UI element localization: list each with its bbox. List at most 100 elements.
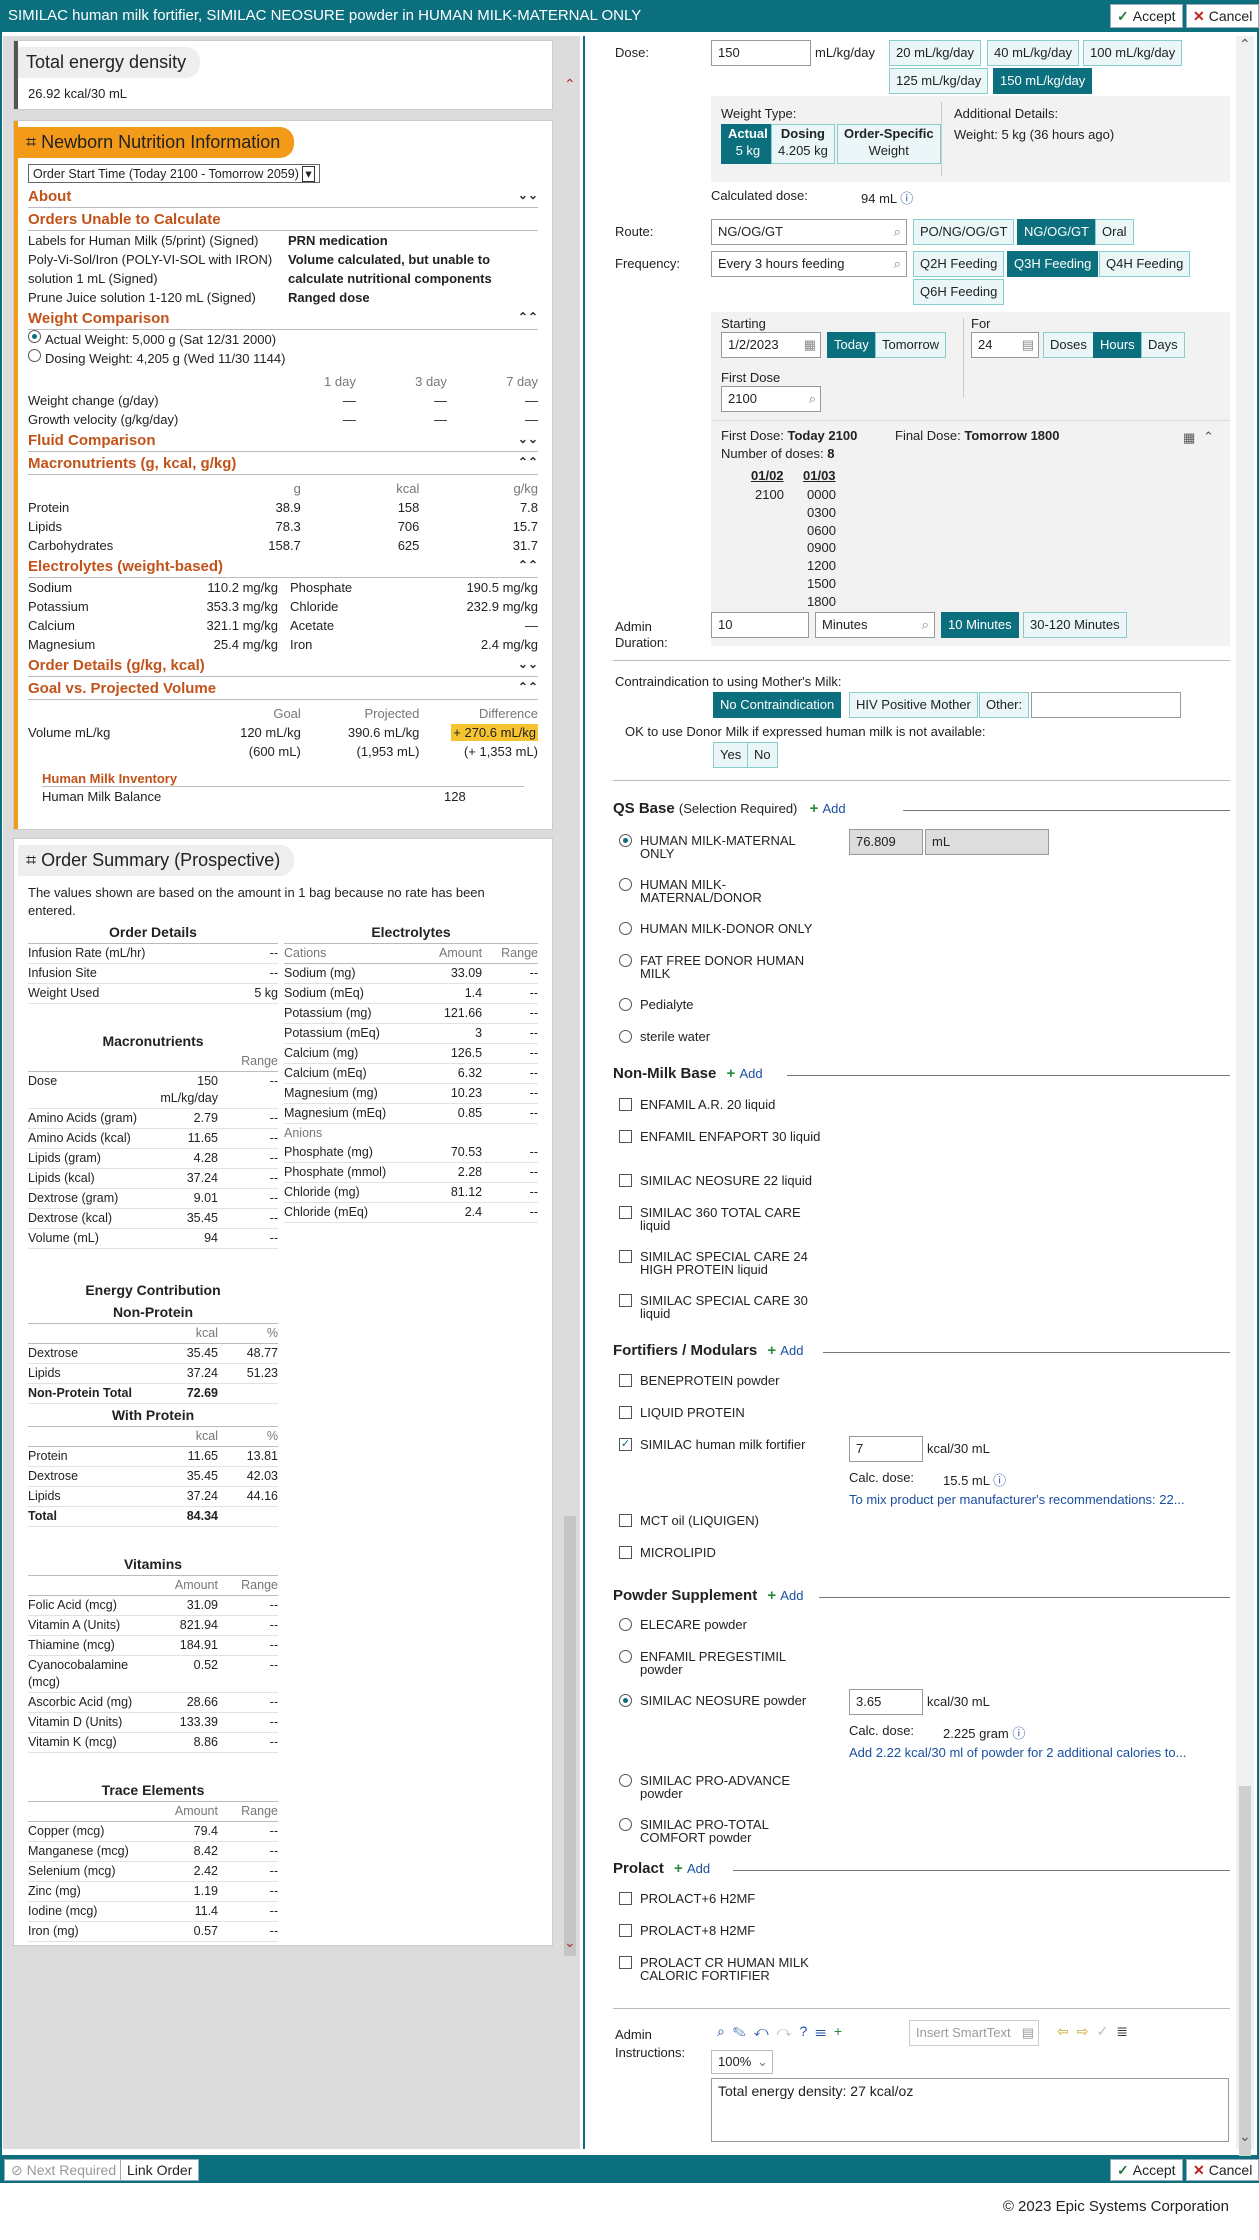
qs-add-link[interactable]: Add (823, 801, 846, 816)
duration-10-button[interactable]: 10 Minutes (941, 612, 1019, 638)
next-required-button[interactable]: ⊘ Next Required (4, 2159, 124, 2181)
freq-q6h-button[interactable]: Q6H Feeding (913, 279, 1005, 305)
scroll-up-icon[interactable]: ⌃ (1239, 36, 1251, 53)
today-button[interactable]: Today (827, 332, 876, 358)
powder-add-link[interactable]: Add (780, 1588, 803, 1603)
powder-instructions-link[interactable]: Add 2.22 kcal/30 ml of powder for 2 addi… (849, 1745, 1186, 1760)
powder-value-input[interactable]: 3.65 (849, 1689, 923, 1715)
check-option[interactable]: SIMILAC SPECIAL CARE 24 HIGH PROTEIN liq… (619, 1250, 830, 1276)
macro-section[interactable]: Macronutrients (g, kcal, g/kg) ⌃⌃ (28, 452, 538, 475)
check-option[interactable]: PROLACT+6 H2MF (619, 1892, 830, 1905)
add-icon[interactable]: + (767, 1587, 776, 1604)
check-option[interactable]: SIMILAC 360 TOTAL CARE liquid (619, 1206, 830, 1232)
radio-option[interactable]: ELECARE powder (619, 1618, 830, 1631)
help-icon[interactable]: ? (800, 2023, 816, 2039)
route-oral-button[interactable]: Oral (1095, 219, 1134, 245)
zoom-icon[interactable]: ⌕ (717, 2023, 733, 2039)
dose-input[interactable]: 150 (711, 40, 811, 66)
no-contraindication-button[interactable]: No Contraindication (713, 692, 842, 718)
radio-option[interactable]: HUMAN MILK-MATERNAL/DONOR (619, 878, 830, 904)
cancel-button[interactable]: ✕ Cancel (1186, 4, 1259, 28)
donor-yes-button[interactable]: Yes (713, 742, 749, 768)
route-po-ng-button[interactable]: PO/NG/OG/GT (913, 219, 1015, 245)
collapse-icon[interactable]: ⌃ (1203, 429, 1214, 445)
arrow-left-icon[interactable]: ⇦ (1057, 2023, 1077, 2039)
add-icon[interactable]: + (834, 2023, 850, 2039)
dose-150-button[interactable]: 150 mL/kg/day (993, 68, 1093, 94)
admin-instructions-textarea[interactable]: Total energy density: 27 kcal/oz (711, 2078, 1229, 2142)
check-option[interactable]: BENEPROTEIN powder (619, 1374, 830, 1387)
list-icon[interactable]: ☰ (815, 2023, 834, 2039)
check-option[interactable]: MICROLIPID (619, 1546, 830, 1559)
calendar-icon[interactable]: ▦ (1183, 430, 1195, 446)
electrolytes-section[interactable]: Electrolytes (weight-based) ⌃⌃ (28, 555, 538, 578)
frequency-input[interactable]: Every 3 hours feeding ⌕ (711, 251, 907, 277)
check-option[interactable]: PROLACT+8 H2MF (619, 1924, 830, 1937)
check-option[interactable]: SIMILAC SPECIAL CARE 30 liquid (619, 1294, 830, 1320)
check-option[interactable]: ✓ SIMILAC human milk fortifier (619, 1438, 830, 1451)
weight-order-specific-button[interactable]: Order-Specific Weight (837, 124, 941, 164)
days-button[interactable]: Days (1141, 332, 1185, 358)
fortifier-value-input[interactable]: 7 (849, 1436, 923, 1462)
weight-comparison-section[interactable]: Weight Comparison ⌃⌃ (28, 307, 538, 330)
check-option[interactable]: ENFAMIL ENFAPORT 30 liquid (619, 1130, 830, 1143)
for-input[interactable]: 24 ▤ (971, 332, 1039, 358)
left-scrollbar[interactable]: ⌃ ⌄ (561, 76, 579, 1956)
other-button[interactable]: Other: (979, 692, 1030, 718)
add-icon[interactable]: + (810, 800, 819, 817)
first-dose-input[interactable]: 2100 ⌕ (721, 386, 821, 412)
order-details-section[interactable]: Order Details (g/kg, kcal) ⌄⌄ (28, 654, 538, 677)
duration-unit-input[interactable]: Minutes ⌕ (815, 612, 935, 638)
scroll-up-icon[interactable]: ⌃ (564, 76, 576, 93)
radio-option[interactable]: sterile water (619, 1030, 830, 1043)
freq-q4h-button[interactable]: Q4H Feeding (1099, 251, 1191, 277)
scroll-down-icon[interactable]: ⌄ (1239, 2128, 1251, 2145)
donor-no-button[interactable]: No (747, 742, 778, 768)
prolact-add-link[interactable]: Add (687, 1861, 710, 1876)
order-time-select[interactable]: Order Start Time (Today 2100 - Tomorrow … (28, 164, 320, 183)
info-icon[interactable]: ⓘ (1012, 1726, 1025, 1741)
link-order-button[interactable]: Link Order (120, 2159, 200, 2181)
radio-option[interactable]: SIMILAC NEOSURE powder (619, 1694, 830, 1707)
freq-q3h-button[interactable]: Q3H Feeding (1007, 251, 1099, 277)
radio-option[interactable]: SIMILAC PRO-TOTAL COMFORT powder (619, 1818, 830, 1844)
fortifiers-add-link[interactable]: Add (780, 1343, 803, 1358)
calendar-icon[interactable]: ▦ (804, 333, 816, 357)
radio-option[interactable]: Pedialyte (619, 998, 830, 1011)
freq-q2h-button[interactable]: Q2H Feeding (913, 251, 1005, 277)
weight-actual-button[interactable]: Actual 5 kg (721, 124, 775, 164)
check-option[interactable]: ENFAMIL A.R. 20 liquid (619, 1098, 830, 1111)
other-input[interactable] (1031, 692, 1181, 718)
dose-20-button[interactable]: 20 mL/kg/day (889, 40, 982, 66)
duration-30-120-button[interactable]: 30-120 Minutes (1023, 612, 1127, 638)
scroll-thumb[interactable] (1239, 1786, 1251, 2156)
add-icon[interactable]: + (767, 1342, 776, 1359)
qs-volume-input[interactable]: 76.809 (849, 829, 923, 855)
smarttext-input[interactable]: Insert SmartText ▤ (909, 2020, 1039, 2046)
goal-section[interactable]: Goal vs. Projected Volume ⌃⌃ (28, 677, 538, 700)
radio-option[interactable]: FAT FREE DONOR HUMAN MILK (619, 954, 830, 980)
hours-button[interactable]: Hours (1093, 332, 1142, 358)
radio-option[interactable]: HUMAN MILK-MATERNAL ONLY (619, 834, 830, 860)
nonmilk-add-link[interactable]: Add (739, 1066, 762, 1081)
fluid-section[interactable]: Fluid Comparison ⌄⌄ (28, 429, 538, 452)
redo-icon[interactable]: ↷ (777, 2023, 800, 2039)
doses-button[interactable]: Doses (1043, 332, 1094, 358)
route-input[interactable]: NG/OG/GT ⌕ (711, 219, 907, 245)
bottom-accept-button[interactable]: ✓ Accept (1110, 2159, 1183, 2181)
info-icon[interactable]: ⓘ (993, 1473, 1006, 1488)
duration-input[interactable]: 10 (711, 612, 809, 638)
weight-dosing-button[interactable]: Dosing 4.205 kg (771, 124, 835, 164)
radio-option[interactable]: ENFAMIL PREGESTIMIL powder (619, 1650, 830, 1676)
accept-button[interactable]: ✓ Accept (1110, 4, 1183, 28)
dose-40-button[interactable]: 40 mL/kg/day (987, 40, 1080, 66)
format-icon[interactable]: ≣ (1116, 2023, 1136, 2039)
check-option[interactable]: LIQUID PROTEIN (619, 1406, 830, 1419)
dose-100-button[interactable]: 100 mL/kg/day (1083, 40, 1183, 66)
route-ng-button[interactable]: NG/OG/GT (1017, 219, 1096, 245)
fortifier-instructions-link[interactable]: To mix product per manufacturer's recomm… (849, 1492, 1185, 1507)
actual-weight-radio[interactable]: Actual Weight: 5,000 g (Sat 12/31 2000) (28, 330, 538, 349)
right-scrollbar[interactable]: ⌃ ⌄ (1236, 36, 1254, 2156)
start-date-input[interactable]: 1/2/2023 ▦ (721, 332, 821, 358)
spellcheck-icon[interactable]: ✎ (733, 2023, 754, 2039)
